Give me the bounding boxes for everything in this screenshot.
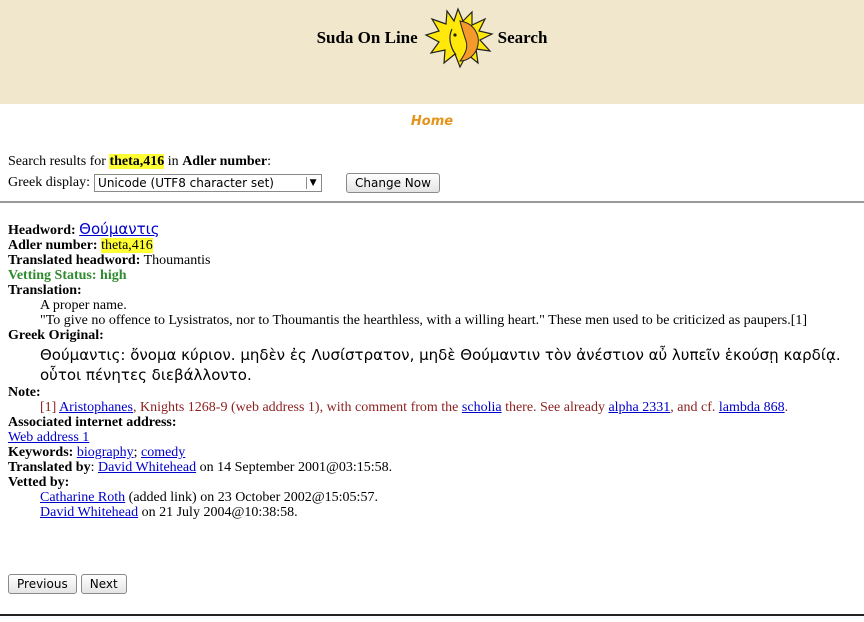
vetter-row-2: David Whitehead on 21 July 2004@10:38:58… [40, 505, 298, 520]
adler-number-row: Adler number: theta,416 [8, 238, 153, 253]
note-link-aristophanes[interactable]: Aristophanes [59, 400, 133, 415]
headword-link[interactable]: Θούμαντις [79, 220, 159, 238]
headword-row: Headword: Θούμαντις [8, 220, 160, 239]
translation-label: Translation: [8, 283, 82, 298]
greek-display-row: Greek display: Unicode (UTF8 character s… [8, 173, 440, 193]
vetting-status: Vetting Status: high [8, 268, 127, 283]
greek-original-text: Θούμαντις: ὄνομα κύριον. μηδὲν ἐς Λυσίστ… [40, 346, 841, 384]
note-link-alpha[interactable]: alpha 2331 [608, 400, 670, 415]
vetter-link-2[interactable]: David Whitehead [40, 505, 138, 520]
assoc-address-row: Web address 1 [8, 430, 858, 445]
pagination: Previous Next [8, 574, 127, 594]
vetted-by-label: Vetted by: [8, 475, 70, 490]
banner-title-right: Search [497, 28, 548, 47]
adler-number: theta,416 [101, 238, 153, 253]
vetter-link-1[interactable]: Catharine Roth [40, 490, 125, 505]
translated-by-row: Translated by: David Whitehead on 14 Sep… [8, 460, 393, 475]
translation-line-2: "To give no offence to Lysistratos, nor … [40, 313, 808, 328]
assoc-address-label: Associated internet address: [8, 415, 177, 430]
vetter-row-1: Catharine Roth (added link) on 23 Octobe… [40, 490, 378, 505]
greek-display-label: Greek display: [8, 175, 91, 190]
note-text: [1] Aristophanes, Knights 1268-9 (web ad… [40, 400, 789, 415]
previous-button[interactable]: Previous [8, 574, 77, 594]
change-now-button[interactable]: Change Now [346, 173, 440, 193]
home-link[interactable]: Home [0, 114, 864, 129]
note-link-scholia[interactable]: scholia [462, 400, 502, 415]
translator-link[interactable]: David Whitehead [98, 460, 196, 475]
keyword-comedy-link[interactable]: comedy [141, 445, 185, 460]
site-banner: Suda On Line Search [0, 0, 864, 104]
web-address-link[interactable]: Web address 1 [8, 430, 89, 445]
note-link-lambda[interactable]: lambda 868 [719, 400, 785, 415]
translation-line-1: A proper name. [40, 298, 127, 313]
divider-top [0, 201, 864, 203]
banner-title-left: Suda On Line [316, 28, 418, 47]
greek-original-label: Greek Original: [8, 328, 104, 343]
keywords-row: Keywords: biography; comedy [8, 445, 186, 460]
divider-bottom [0, 614, 864, 616]
note-label: Note: [8, 385, 41, 400]
keyword-biography-link[interactable]: biography [77, 445, 134, 460]
next-button[interactable]: Next [80, 574, 127, 594]
greek-display-select[interactable]: Unicode (UTF8 character set) ▼ [94, 174, 323, 192]
search-results-summary: Search results for theta,416 in Adler nu… [8, 154, 271, 169]
sun-logo-icon[interactable] [422, 7, 494, 69]
search-query: theta,416 [109, 154, 165, 169]
translated-headword-row: Translated headword: Thoumantis [8, 253, 211, 268]
search-field: Adler number [182, 154, 268, 169]
entry-content: Headword: Θούμαντις Adler number: theta,… [8, 220, 858, 521]
chevron-down-icon[interactable]: ▼ [306, 177, 319, 189]
